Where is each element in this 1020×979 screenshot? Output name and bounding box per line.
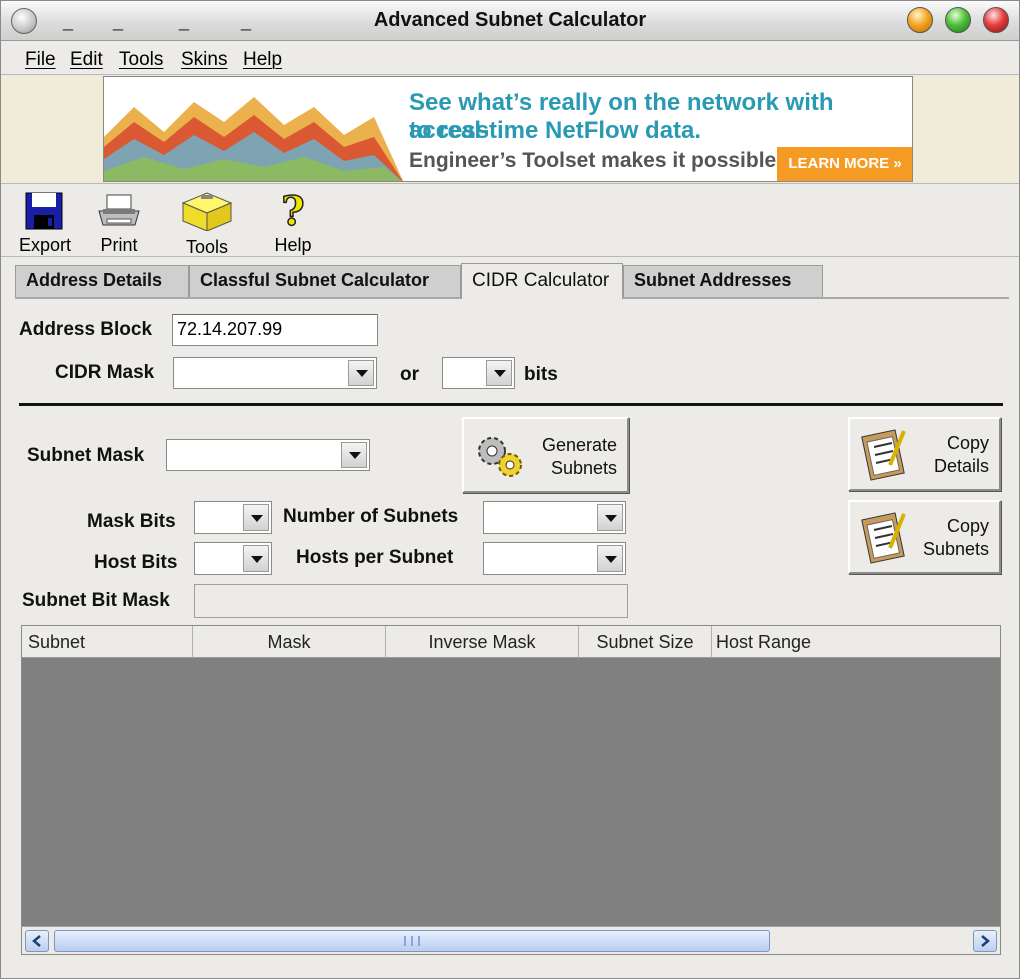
section-divider [19, 403, 1003, 406]
tools-button[interactable]: Tools [177, 189, 237, 257]
cidr-mask-label: CIDR Mask [55, 362, 155, 383]
subnet-mask-dropdown[interactable] [166, 439, 370, 471]
gears-icon [478, 437, 522, 477]
print-button[interactable]: Print [89, 189, 149, 255]
tab-cidr-calculator[interactable]: CIDR Calculator [461, 263, 623, 299]
title-bar: _ _ _ _ Advanced Subnet Calculator [1, 1, 1019, 41]
app-window: _ _ _ _ Advanced Subnet Calculator File … [0, 0, 1020, 979]
clipboard-icon [861, 429, 906, 481]
chevron-down-icon[interactable] [597, 504, 623, 531]
tab-address-details[interactable]: Address Details [15, 265, 189, 297]
help-button[interactable]: ? Help [263, 187, 323, 255]
mask-bits-label: Mask Bits [87, 511, 176, 532]
ad-headline-2: to real-time NetFlow data. [409, 117, 702, 144]
copy-subnets-label-2: Subnets [922, 539, 989, 559]
number-of-subnets-label: Number of Subnets [283, 506, 459, 527]
close-button[interactable] [983, 7, 1009, 33]
column-header-subnet[interactable]: Subnet [22, 626, 193, 658]
menu-help[interactable]: Help [243, 49, 282, 71]
tab-strip: Address Details Classful Subnet Calculat… [15, 263, 1009, 299]
window-title: Advanced Subnet Calculator [373, 9, 647, 31]
chevron-down-icon[interactable] [243, 545, 269, 572]
generate-label-1: Generate [541, 435, 617, 455]
copy-subnets-label-1: Copy [946, 516, 989, 536]
help-label: Help [274, 235, 312, 255]
scroll-thumb[interactable] [54, 930, 770, 952]
cidr-mask-dropdown[interactable] [173, 357, 377, 389]
toolbox-icon [181, 192, 233, 232]
subnet-bit-mask-field [194, 584, 628, 618]
maximize-button[interactable] [945, 7, 971, 33]
clipboard-icon [861, 512, 906, 564]
subnet-results-table[interactable]: Subnet Mask Inverse Mask Subnet Size Hos… [21, 625, 1001, 955]
address-block-label: Address Block [19, 319, 153, 340]
scroll-right-button[interactable] [973, 930, 997, 952]
mask-bits-dropdown[interactable] [194, 501, 272, 534]
subnet-mask-label: Subnet Mask [27, 445, 145, 466]
number-of-subnets-dropdown[interactable] [483, 501, 626, 534]
generate-label-2: Subnets [550, 458, 617, 478]
print-label: Print [100, 235, 138, 255]
bits-label: bits [524, 364, 558, 385]
bits-dropdown[interactable] [442, 357, 515, 389]
subnet-bit-mask-label: Subnet Bit Mask [22, 590, 170, 611]
chevron-left-icon [32, 935, 41, 947]
table-header: Subnet Mask Inverse Mask Subnet Size Hos… [22, 626, 1000, 658]
copy-details-label-2: Details [933, 456, 989, 476]
or-label: or [400, 364, 419, 385]
horizontal-scrollbar[interactable] [22, 926, 1000, 954]
tools-label: Tools [185, 237, 229, 257]
chevron-down-icon[interactable] [341, 442, 367, 468]
host-bits-label: Host Bits [94, 552, 178, 573]
tab-classful-subnet-calculator[interactable]: Classful Subnet Calculator [189, 265, 461, 297]
chevron-right-icon [981, 935, 990, 947]
menu-file[interactable]: File [25, 49, 56, 71]
generate-subnets-button[interactable]: Generate Subnets [462, 417, 629, 493]
column-header-inverse-mask[interactable]: Inverse Mask [386, 626, 579, 658]
scroll-left-button[interactable] [25, 930, 49, 952]
export-label: Export [18, 235, 72, 255]
hosts-per-subnet-dropdown[interactable] [483, 542, 626, 575]
minimize-button[interactable] [907, 7, 933, 33]
ad-zone: See what’s really on the network with ac… [1, 76, 1019, 184]
toolbar: Export Print Tools ? Help [1, 185, 1019, 257]
chevron-down-icon[interactable] [486, 360, 512, 386]
address-block-input[interactable]: 72.14.207.99 [172, 314, 378, 346]
column-header-host-range[interactable]: Host Range [712, 626, 1000, 658]
printer-icon [98, 194, 140, 226]
question-mark-icon: ? [281, 187, 306, 236]
floppy-disk-icon [25, 192, 63, 230]
ad-tagline: Engineer’s Toolset makes it possible. [409, 149, 783, 172]
ad-banner[interactable]: See what’s really on the network with ac… [103, 76, 913, 182]
chevron-down-icon[interactable] [243, 504, 269, 531]
grip-icon [404, 936, 420, 946]
hosts-per-subnet-label: Hosts per Subnet [296, 547, 454, 568]
copy-details-button[interactable]: Copy Details [848, 417, 1001, 491]
netflow-graph-icon [104, 97, 404, 181]
menu-bar: File Edit Tools Skins Help [1, 43, 1019, 75]
copy-subnets-button[interactable]: Copy Subnets [848, 500, 1001, 574]
column-header-mask[interactable]: Mask [193, 626, 386, 658]
tab-subnet-addresses[interactable]: Subnet Addresses [623, 265, 823, 297]
host-bits-dropdown[interactable] [194, 542, 272, 575]
learn-more-button[interactable]: LEARN MORE » [777, 147, 912, 181]
menu-edit[interactable]: Edit [70, 49, 103, 71]
column-header-subnet-size[interactable]: Subnet Size [579, 626, 712, 658]
svg-text:?: ? [281, 189, 304, 231]
chevron-down-icon[interactable] [597, 545, 623, 572]
copy-details-label-1: Copy [946, 433, 989, 453]
menu-tools[interactable]: Tools [119, 49, 163, 71]
chevron-down-icon[interactable] [348, 360, 374, 386]
export-button[interactable]: Export [15, 189, 75, 255]
menu-skins[interactable]: Skins [181, 49, 227, 71]
